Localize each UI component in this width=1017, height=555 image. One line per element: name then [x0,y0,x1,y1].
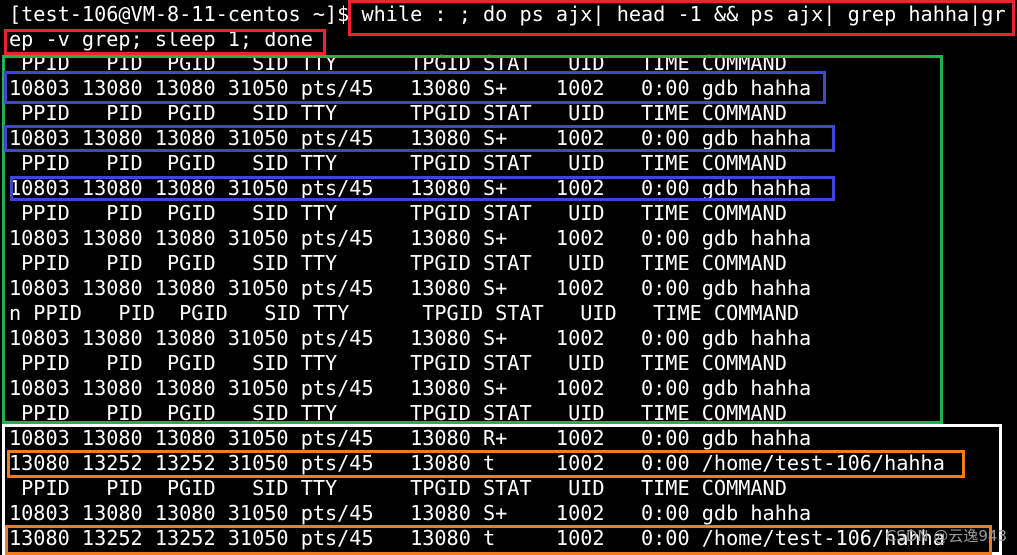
ps-process-line: 13080 13252 13252 31050 pts/45 13080 t 1… [9,451,945,475]
ps-header-line: PPID PID PGID SID TTY TPGID STAT UID TIM… [9,101,787,125]
terminal-window[interactable]: [test-106@VM-8-11-centos ~]$ while : ; d… [0,0,1017,555]
prompt-command-line: [test-106@VM-8-11-centos ~]$ while : ; d… [9,2,1006,26]
ps-process-line: 10803 13080 13080 31050 pts/45 13080 S+ … [9,226,812,250]
ps-header-line: PPID PID PGID SID TTY TPGID STAT UID TIM… [9,351,787,375]
ps-process-line: 10803 13080 13080 31050 pts/45 13080 S+ … [9,501,812,525]
ps-header-line: PPID PID PGID SID TTY TPGID STAT UID TIM… [9,51,787,75]
ps-header-line: PPID PID PGID SID TTY TPGID STAT UID TIM… [9,151,787,175]
ps-process-line: 10803 13080 13080 31050 pts/45 13080 S+ … [9,176,812,200]
ps-header-line: PPID PID PGID SID TTY TPGID STAT UID TIM… [9,476,787,500]
ps-process-line: 10803 13080 13080 31050 pts/45 13080 R+ … [9,426,812,450]
ps-header-line: PPID PID PGID SID TTY TPGID STAT UID TIM… [9,401,787,425]
ps-process-line: 10803 13080 13080 31050 pts/45 13080 S+ … [9,126,812,150]
ps-process-line: 10803 13080 13080 31050 pts/45 13080 S+ … [9,376,812,400]
command-continuation-line: ep -v grep; sleep 1; done [9,27,313,51]
ps-process-line: 13080 13252 13252 31050 pts/45 13080 t 1… [9,526,945,550]
ps-process-line: 10803 13080 13080 31050 pts/45 13080 S+ … [9,76,812,100]
ps-process-line: 10803 13080 13080 31050 pts/45 13080 S+ … [9,326,812,350]
ps-header-line: PPID PID PGID SID TTY TPGID STAT UID TIM… [9,251,787,275]
ps-process-line: 10803 13080 13080 31050 pts/45 13080 S+ … [9,276,812,300]
ps-header-line: PPID PID PGID SID TTY TPGID STAT UID TIM… [9,201,787,225]
csdn-watermark: CSDN @云逸943 [885,527,1007,545]
ps-header-line: n PPID PID PGID SID TTY TPGID STAT UID T… [9,301,800,325]
